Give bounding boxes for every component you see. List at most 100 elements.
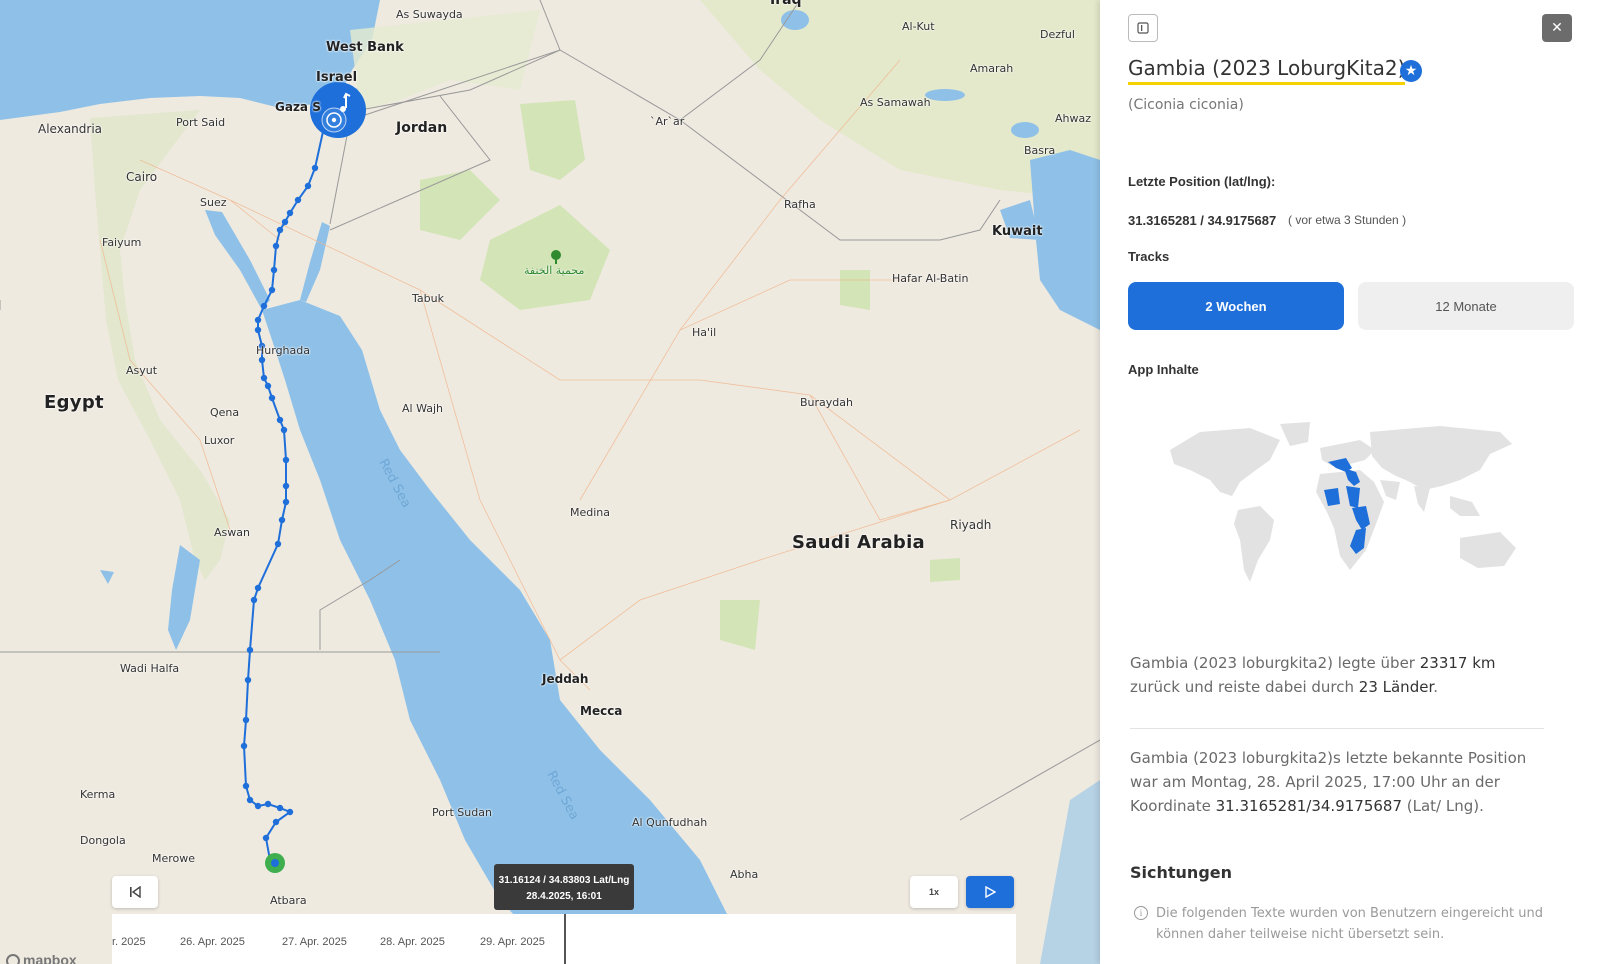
track-point[interactable] — [268, 394, 276, 402]
track-12-months-button[interactable]: 12 Monate — [1358, 282, 1574, 330]
track-point[interactable] — [270, 266, 278, 274]
tooltip-datetime: 28.4.2025, 16:01 — [526, 891, 602, 902]
place-buraydah: Buraydah — [800, 396, 853, 409]
favorite-star-icon[interactable]: ★ — [1400, 60, 1422, 82]
place-asyut: Asyut — [126, 364, 158, 377]
track-point[interactable] — [250, 596, 258, 604]
place-park: محمية الخنفة — [524, 264, 585, 277]
place-al-kut: Al-Kut — [902, 20, 935, 33]
speed-button[interactable]: 1x — [910, 876, 958, 908]
mapbox-logo: mapbox — [6, 952, 77, 964]
place-as-suwayda: As Suwayda — [396, 8, 463, 21]
track-point[interactable] — [254, 584, 262, 592]
track-point[interactable] — [304, 182, 312, 190]
park-tree-icon — [551, 250, 561, 264]
track-point[interactable] — [272, 818, 280, 826]
track-point[interactable] — [274, 540, 282, 548]
track-point[interactable] — [286, 209, 294, 217]
timeline-tick: 26. Apr. 2025 — [180, 936, 245, 948]
bird-title: Gambia (2023 LoburgKita2) — [1128, 56, 1406, 85]
skip-to-start-button[interactable] — [112, 876, 158, 908]
play-button[interactable] — [966, 876, 1014, 908]
bird-detail-panel: ✕ Gambia (2023 LoburgKita2) ★ (Ciconia c… — [1100, 0, 1600, 964]
summary-km: 23317 km — [1419, 654, 1496, 672]
place-port-sudan: Port Sudan — [432, 806, 492, 819]
place-hail: Ha'il — [692, 326, 717, 339]
place-faiyum: Faiyum — [102, 236, 142, 249]
track-2-weeks-button[interactable]: 2 Wochen — [1128, 282, 1344, 330]
track-point[interactable] — [258, 356, 266, 364]
track-point[interactable] — [254, 316, 262, 324]
timeline-tick: 28. Apr. 2025 — [380, 936, 445, 948]
section-divider — [1130, 728, 1544, 729]
place-kuwait: Kuwait — [992, 224, 1043, 239]
place-basra: Basra — [1024, 144, 1056, 157]
track-point[interactable] — [281, 218, 289, 226]
track-point[interactable] — [242, 716, 250, 724]
track-point[interactable] — [262, 834, 270, 842]
place-al-wajh: Al Wajh — [402, 402, 444, 415]
world-migration-map — [1170, 422, 1516, 582]
track-point[interactable] — [246, 796, 254, 804]
summary-last-position: Gambia (2023 loburgkita2)s letzte bekann… — [1130, 749, 1527, 815]
place-kerma: Kerma — [80, 788, 116, 801]
track-point[interactable] — [282, 498, 290, 506]
track-point[interactable] — [282, 456, 290, 464]
track-point[interactable] — [264, 382, 272, 390]
place-hafar: Hafar Al-Batin — [892, 272, 969, 285]
track-point[interactable] — [276, 804, 284, 812]
track-point[interactable] — [276, 226, 284, 234]
close-button[interactable]: ✕ — [1542, 14, 1572, 42]
place-saudi-arabia: Saudi Arabia — [792, 532, 926, 553]
track-point[interactable] — [311, 164, 319, 172]
timeline-cursor[interactable] — [564, 914, 566, 964]
track-point[interactable] — [260, 302, 268, 310]
close-icon: ✕ — [1551, 20, 1563, 36]
place-qena: Qena — [210, 406, 240, 419]
place-luxor: Luxor — [204, 434, 235, 447]
timeline-scrubber[interactable]: r. 2025 26. Apr. 2025 27. Apr. 2025 28. … — [112, 914, 1016, 964]
track-point[interactable] — [254, 802, 262, 810]
mapbox-icon — [6, 954, 20, 964]
summary-distance: Gambia (2023 loburgkita2) legte über 233… — [1130, 654, 1496, 696]
track-point[interactable] — [286, 808, 294, 816]
scientific-name: (Ciconia ciconia) — [1128, 97, 1244, 113]
play-icon — [985, 886, 996, 898]
place-abha: Abha — [730, 868, 759, 881]
track-point[interactable] — [272, 242, 280, 250]
timeline-tick: 29. Apr. 2025 — [480, 936, 545, 948]
place-suez: Suez — [200, 196, 227, 209]
place-as-samawah: As Samawah — [860, 96, 931, 109]
place-alexandria: Alexandria — [38, 122, 103, 136]
place-egypt: Egypt — [44, 392, 104, 413]
track-point[interactable] — [276, 416, 284, 424]
track-point[interactable] — [244, 676, 252, 684]
track-point[interactable] — [278, 516, 286, 524]
place-aswan: Aswan — [214, 526, 250, 539]
last-position-ago: ( vor etwa 3 Stunden ) — [1288, 213, 1407, 227]
place-dongola: Dongola — [80, 834, 126, 847]
place-israel: Israel — [316, 70, 358, 85]
panel-toggle-button[interactable] — [1128, 14, 1158, 42]
place-arar: `Ar`ar — [650, 115, 685, 128]
track-point[interactable] — [240, 742, 248, 750]
track-point[interactable] — [294, 196, 302, 204]
position-tooltip: 31.16124 / 34.83803 Lat/Lng 28.4.2025, 1… — [494, 864, 634, 910]
place-rafha: Rafha — [784, 198, 816, 211]
place-wadi-halfa: Wadi Halfa — [120, 662, 180, 675]
track-point[interactable] — [260, 374, 268, 382]
track-point[interactable] — [264, 800, 272, 808]
track-point[interactable] — [242, 782, 250, 790]
track-point[interactable] — [282, 482, 290, 490]
migration-track — [240, 82, 366, 873]
track-point[interactable] — [268, 286, 276, 294]
track-point[interactable] — [246, 646, 254, 654]
track-point[interactable] — [280, 426, 288, 434]
track-point[interactable] — [254, 326, 262, 334]
place-mecca: Mecca — [580, 704, 623, 718]
map-view[interactable]: As Suwayda Iraq Al-Kut Dezful West Bank … — [0, 0, 1100, 964]
place-medina: Medina — [570, 506, 611, 519]
place-amarah: Amarah — [970, 62, 1014, 75]
skip-back-icon — [130, 886, 141, 898]
sightings-notice: Die folgenden Texte wurden von Benutzern… — [1156, 906, 1543, 942]
